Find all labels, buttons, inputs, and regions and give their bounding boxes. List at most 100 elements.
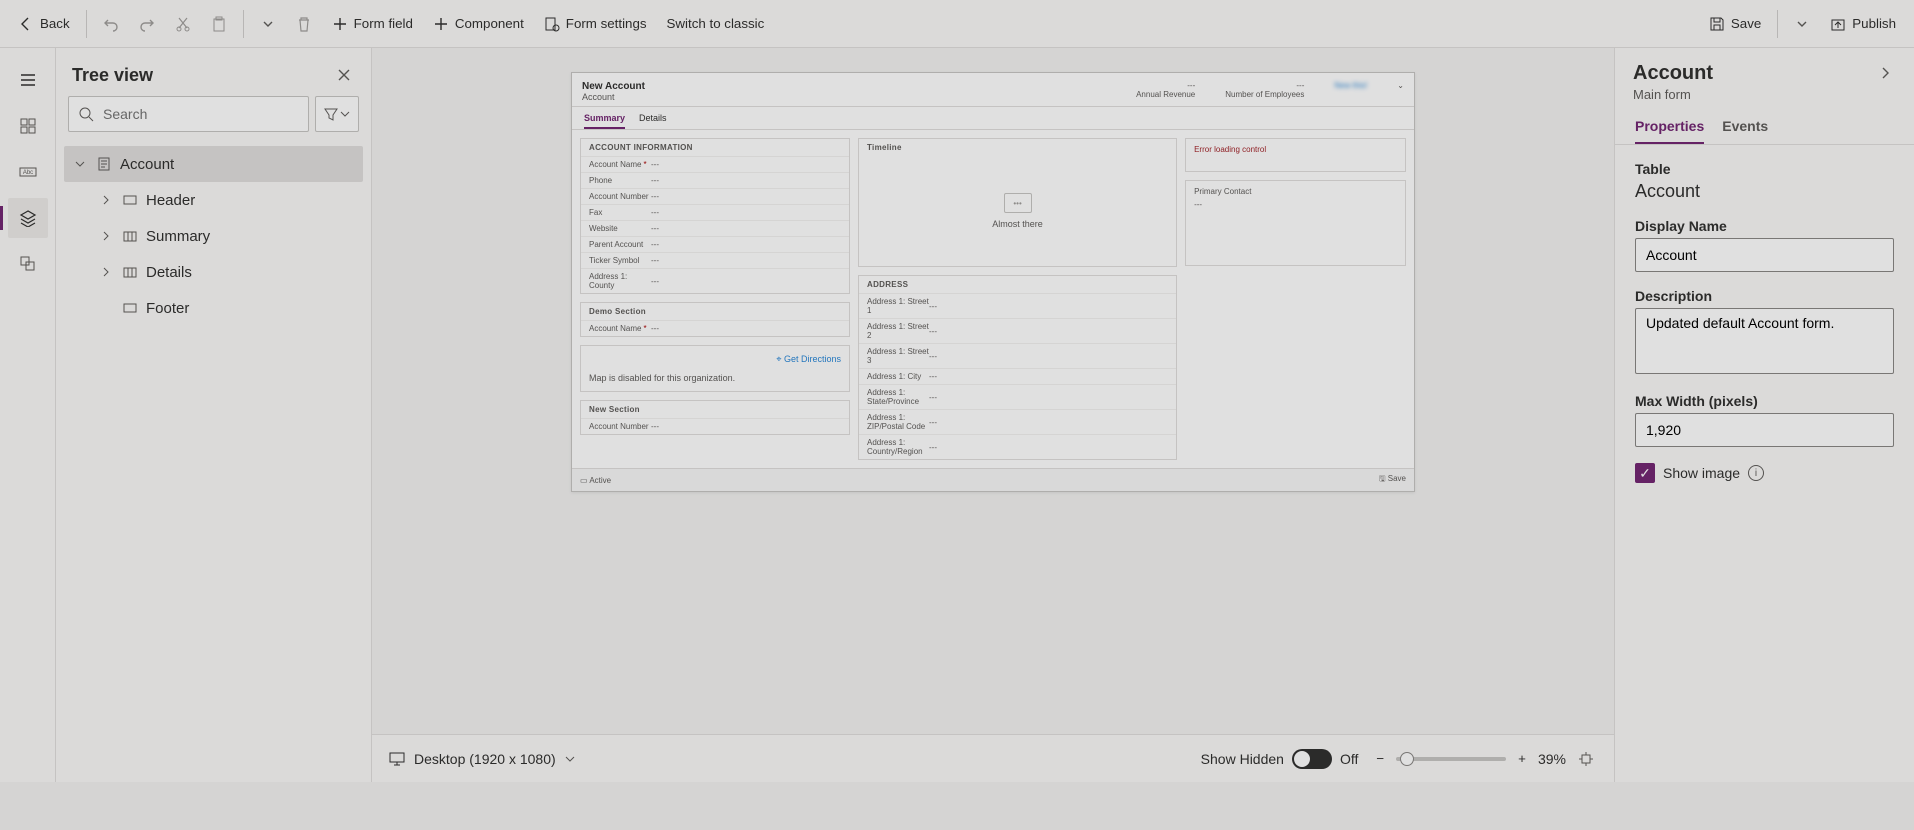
tab-properties[interactable]: Properties [1635,118,1704,144]
paste-icon [211,16,227,32]
display-name-label: Display Name [1635,218,1894,234]
device-label: Desktop (1920 x 1080) [414,751,556,767]
preview-title: New Account [582,81,645,92]
tree-node-summary[interactable]: Summary [64,218,363,254]
preview-header-chevron[interactable]: ⌄ [1397,81,1404,99]
svg-text:Abc: Abc [22,170,32,176]
tree-node-account[interactable]: Account [64,146,363,182]
rail-hamburger[interactable] [8,60,48,100]
prop-subtitle: Main form [1633,87,1713,102]
search-input[interactable] [68,96,309,132]
redo-button[interactable] [129,10,165,38]
tree-node-label: Footer [146,300,189,317]
plus-icon [332,16,348,32]
filter-button[interactable] [315,96,359,132]
tree-close-button[interactable] [333,64,355,86]
error-loading-control: Error loading control [1185,138,1406,172]
description-label: Description [1635,288,1894,304]
tab-icon [122,265,138,279]
section-timeline[interactable]: Timeline Almost there [858,138,1177,267]
close-icon [337,68,351,82]
hdr-annual-label: Annual Revenue [1136,90,1195,99]
section-primary-contact[interactable]: Primary Contact --- [1185,180,1406,266]
zoom-in-button[interactable]: + [1514,747,1530,770]
component-button[interactable]: Component [423,10,534,38]
hdr-new-label: New this! [1334,81,1367,90]
publish-button[interactable]: Publish [1820,10,1906,38]
properties-panel: Account Main form Properties Events Tabl… [1614,48,1914,782]
form-settings-button[interactable]: Form settings [534,10,657,38]
section-address[interactable]: ADDRESS Address 1: Street 1--- Address 1… [858,275,1177,460]
separator [243,10,244,38]
show-image-label: Show image [1663,465,1740,481]
rail-fields[interactable]: Abc [8,152,48,192]
form-field-button[interactable]: Form field [322,10,423,38]
tree-node-header[interactable]: Header [64,182,363,218]
table-label: Table [1635,161,1894,177]
abc-icon: Abc [19,163,37,181]
form-preview[interactable]: New Account Account ---Annual Revenue --… [571,72,1415,492]
library-icon [19,255,37,273]
cut-icon [175,16,191,32]
section-account-information[interactable]: ACCOUNT INFORMATION Account Name*--- Pho… [580,138,850,294]
toolbar: Back Form field Component Form settings … [0,0,1914,48]
rail-components[interactable] [8,106,48,146]
preview-tab-details[interactable]: Details [639,113,667,129]
fit-to-screen-button[interactable] [1574,747,1598,771]
component-label: Component [455,16,524,31]
zoom-slider[interactable] [1396,757,1506,761]
section-demo[interactable]: Demo Section Account Name*--- [580,302,850,337]
delete-button[interactable] [286,10,322,38]
get-directions-link[interactable]: Get Directions [776,354,841,365]
undo-button[interactable] [93,10,129,38]
section-new[interactable]: New Section Account Number--- [580,400,850,435]
zoom-out-button[interactable]: − [1372,747,1388,770]
save-button[interactable]: Save [1699,10,1771,38]
publish-label: Publish [1852,16,1896,31]
device-selector[interactable]: Desktop (1920 x 1080) [388,750,576,768]
paste-dropdown[interactable] [250,10,286,38]
prop-collapse-button[interactable] [1874,62,1896,84]
tree-node-label: Summary [146,228,210,245]
max-width-input[interactable] [1635,413,1894,447]
chevron-right-icon [98,194,114,206]
rail-library[interactable] [8,244,48,284]
chevron-down-icon [564,753,576,765]
header-icon [122,193,138,207]
tree-title: Tree view [72,65,153,86]
prop-title: Account [1633,62,1713,85]
footer-icon [122,301,138,315]
preview-tab-summary[interactable]: Summary [584,113,625,129]
switch-classic-button[interactable]: Switch to classic [657,10,775,37]
description-textarea[interactable] [1635,308,1894,374]
redo-icon [139,16,155,32]
left-rail: Abc [0,48,56,782]
cut-button[interactable] [165,10,201,38]
rail-tree-view[interactable] [8,198,48,238]
tree-node-details[interactable]: Details [64,254,363,290]
back-button[interactable]: Back [8,10,80,38]
info-icon[interactable]: i [1748,465,1764,481]
display-name-input[interactable] [1635,238,1894,272]
section-map[interactable]: Get Directions Map is disabled for this … [580,345,850,392]
filter-icon [324,107,338,121]
chevron-right-icon [98,230,114,242]
grid-icon [19,117,37,135]
paste-button[interactable] [201,10,237,38]
show-hidden-label: Show Hidden [1201,751,1284,767]
preview-footer-save[interactable]: Save [1379,473,1406,487]
save-dropdown[interactable] [1784,10,1820,38]
tab-events[interactable]: Events [1722,118,1768,144]
arrow-left-icon [18,16,34,32]
tree-node-footer[interactable]: Footer [64,290,363,326]
tree-node-label: Header [146,192,195,209]
show-hidden-state: Off [1340,751,1358,767]
table-value: Account [1635,181,1894,202]
show-image-checkbox[interactable]: ✓ [1635,463,1655,483]
map-disabled-msg: Map is disabled for this organization. [589,365,841,383]
show-hidden-toggle[interactable] [1292,749,1332,769]
chevron-right-icon [1878,66,1892,80]
search-icon [78,106,94,122]
separator [86,10,87,38]
footer-state-icon: ▭ [580,476,589,485]
